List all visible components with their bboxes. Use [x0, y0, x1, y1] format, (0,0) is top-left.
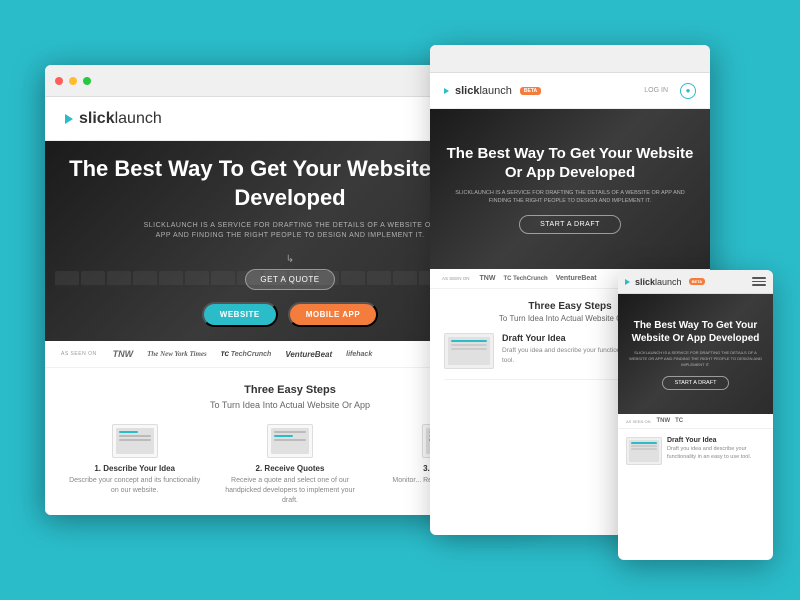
small-browser-bar: slicklaunch BETA: [618, 270, 773, 294]
logo-arrow-icon: [65, 114, 73, 124]
medium-browser-bar: [430, 45, 710, 73]
medium-hero-subtitle: SLICKLAUNCH IS A SERVICE FOR DRAFTING TH…: [444, 189, 696, 206]
medium-press-logos: TNW TC TechCrunch VentureBeat: [480, 275, 597, 282]
medium-site-nav: slicklaunch BETA LOG IN ●: [430, 73, 710, 109]
main-hero-subtitle: SLICKLAUNCH IS A SERVICE FOR DRAFTING TH…: [140, 221, 440, 242]
mock-bar: [119, 431, 138, 433]
small-browser-mockup: slicklaunch BETA The Best Way To Get You…: [618, 270, 773, 560]
mock-bar: [119, 435, 151, 437]
step-2-icon: [267, 424, 313, 458]
browser-close-dot: [55, 77, 63, 85]
key: [341, 271, 365, 287]
small-as-seen-label: AS SEEN ON: [626, 419, 650, 424]
mock-bar: [274, 439, 306, 441]
browser-minimize-dot: [69, 77, 77, 85]
small-step-row: Draft Your Idea Draft you idea and descr…: [626, 437, 765, 465]
medium-nav-right: LOG IN ●: [644, 83, 696, 99]
browser-fullscreen-dot: [83, 77, 91, 85]
press-logos-group: TNW The New York Times TC TechCrunch Ven…: [113, 349, 373, 359]
small-tnw-logo: TNW: [656, 418, 670, 424]
venturebeat-logo: VentureBeat: [285, 350, 332, 359]
medium-hero: The Best Way To Get Your Website Or App …: [430, 109, 710, 269]
menu-line: [752, 277, 766, 279]
menu-line: [752, 284, 766, 286]
mock-line: [451, 348, 487, 350]
medium-hero-title: The Best Way To Get Your Website Or App …: [444, 144, 696, 183]
small-logo-text: slicklaunch: [635, 277, 682, 287]
step-2-mockup: [271, 428, 309, 454]
key: [81, 271, 105, 287]
tnw-logo: TNW: [113, 349, 134, 359]
small-content: Draft Your Idea Draft you idea and descr…: [618, 429, 773, 473]
key: [159, 271, 183, 287]
key: [107, 271, 131, 287]
mock-bar: [274, 435, 293, 437]
website-button[interactable]: WEBSITE: [202, 302, 278, 327]
techcrunch-logo: TC TechCrunch: [221, 351, 272, 358]
key: [367, 271, 391, 287]
step-1-label: 1. Describe Your Idea: [65, 464, 204, 473]
small-step-mockup: [629, 440, 659, 462]
main-site-logo: slicklaunch: [65, 110, 162, 128]
medium-as-seen-label: AS SEEN ON: [442, 276, 470, 281]
small-nav-left: slicklaunch BETA: [625, 277, 705, 287]
beta-badge: BETA: [520, 87, 541, 95]
small-beta-badge: BETA: [689, 278, 706, 285]
logo-text: slicklaunch: [79, 110, 162, 128]
small-hero: The Best Way To Get Your Website Or App …: [618, 294, 773, 414]
step-1-mockup: [116, 428, 154, 454]
login-text: LOG IN: [644, 87, 668, 94]
lifehack-logo: lifehack: [346, 351, 372, 358]
medium-logo: slicklaunch BETA: [444, 85, 541, 97]
mock-line: [631, 448, 657, 450]
medium-step-mockup: [448, 337, 490, 365]
key: [133, 271, 157, 287]
medium-start-draft-button[interactable]: START A DRAFT: [519, 215, 621, 234]
medium-tc-logo: TC TechCrunch: [503, 276, 547, 282]
step-2-desc: Receive a quote and select one of our ha…: [220, 476, 359, 505]
key: [393, 271, 417, 287]
arrow-hint-icon: ↳: [286, 254, 294, 265]
mock-accent: [451, 340, 487, 342]
get-quote-button[interactable]: GET A QUOTE: [245, 269, 334, 290]
mock-line: [451, 344, 487, 346]
small-hero-title: The Best Way To Get Your Website Or App …: [628, 319, 763, 345]
mock-line: [631, 445, 657, 447]
medium-logo-text: slicklaunch: [455, 85, 512, 97]
mobile-app-button[interactable]: MOBILE APP: [288, 302, 378, 327]
mock-bar: [274, 431, 306, 433]
nyt-logo: The New York Times: [147, 350, 207, 358]
small-hero-subtitle: SLICKLAUNCH IS A SERVICE FOR DRAFTING TH…: [628, 350, 763, 368]
small-logo-arrow: [625, 279, 630, 285]
small-press-logos: TNW TC: [656, 418, 683, 424]
step-1: 1. Describe Your Idea Describe your conc…: [65, 424, 204, 505]
small-as-seen-bar: AS SEEN ON TNW TC: [618, 414, 773, 429]
small-tc-logo: TC: [675, 418, 683, 424]
menu-line: [752, 281, 766, 283]
small-step-icon: [626, 437, 662, 465]
as-seen-label: AS SEEN ON: [61, 351, 97, 357]
key: [185, 271, 209, 287]
step-1-desc: Describe your concept and its functional…: [65, 476, 204, 496]
small-start-draft-button[interactable]: START A DRAFT: [662, 376, 730, 390]
mock-accent: [631, 442, 657, 444]
key: [211, 271, 235, 287]
hamburger-menu-icon[interactable]: [752, 277, 766, 286]
medium-step-icon: [444, 333, 494, 369]
medium-user-icon[interactable]: ●: [680, 83, 696, 99]
step-2: 2. Receive Quotes Receive a quote and se…: [220, 424, 359, 505]
medium-tnw-logo: TNW: [480, 275, 496, 282]
step-1-icon: [112, 424, 158, 458]
small-step-title: Draft Your Idea: [667, 437, 765, 444]
small-step-text: Draft Your Idea Draft you idea and descr…: [667, 437, 765, 461]
hero-buttons-group: WEBSITE MOBILE APP: [202, 302, 378, 327]
key: [55, 271, 79, 287]
small-step-desc: Draft you idea and describe your functio…: [667, 446, 765, 461]
step-2-label: 2. Receive Quotes: [220, 464, 359, 473]
medium-vb-logo: VentureBeat: [556, 275, 597, 282]
logo-arrow-icon: [444, 88, 449, 94]
mock-bar: [119, 439, 151, 441]
